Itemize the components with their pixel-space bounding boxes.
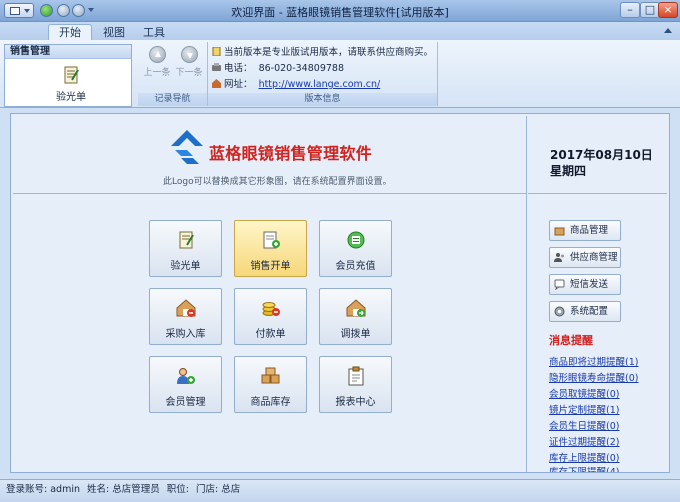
collapse-ribbon-icon[interactable]	[664, 28, 672, 33]
current-date: 2017年08月10日	[550, 148, 653, 162]
box-icon	[554, 227, 565, 236]
version-notice: 当前版本是专业版试用版本，请联系供应商购买。	[212, 44, 433, 58]
tile-members[interactable]: 会员管理	[149, 356, 222, 413]
messages-title: 消息提醒	[549, 334, 593, 347]
ribbon-tabs: 开始 视图 工具	[0, 22, 680, 40]
close-button[interactable]: ×	[658, 2, 678, 18]
members-icon	[177, 368, 195, 384]
arrow-up-icon	[148, 46, 166, 63]
version-info-label: 版本信息	[208, 93, 437, 106]
message-link[interactable]: 镜片定制提醒(1)	[549, 402, 619, 416]
report-icon	[348, 366, 364, 386]
next-record-label: 下一条	[175, 68, 203, 78]
message-link[interactable]: 会员取镜提醒(0)	[549, 386, 619, 400]
logo-area: 蓝格眼镜销售管理软件 此Logo可以替换成其它形象图，请在系统配置界面设置。	[13, 116, 527, 194]
tab-view[interactable]: 视图	[92, 24, 136, 40]
date-area: 2017年08月10日 星期四	[528, 116, 667, 194]
home-icon	[212, 79, 221, 88]
supplier-icon	[554, 253, 564, 262]
tile-sales-order[interactable]: 销售开单	[234, 220, 307, 277]
tab-start[interactable]: 开始	[48, 24, 92, 40]
message-link[interactable]: 证件过期提醒(2)	[549, 434, 619, 448]
message-link[interactable]: 库存上限提醒(0)	[549, 450, 619, 464]
system-config-button[interactable]: 系统配置	[549, 301, 621, 322]
inventory-icon	[261, 367, 280, 384]
logo-hint: 此Logo可以替换成其它形象图，请在系统配置界面设置。	[163, 177, 392, 187]
tile-label: 会员管理	[165, 397, 206, 408]
tile-label: 采购入库	[165, 329, 206, 340]
arrow-down-icon	[180, 46, 198, 63]
status-store: 门店: 总店	[196, 484, 241, 495]
status-role: 职位:	[166, 484, 189, 495]
record-nav-group: 上一条 下一条 记录导航	[138, 42, 208, 106]
prev-record-button[interactable]: 上一条	[142, 46, 172, 78]
minimize-button[interactable]: –	[620, 2, 640, 18]
tile-report[interactable]: 报表中心	[319, 356, 392, 413]
prescription-icon	[64, 66, 79, 84]
sms-send-button[interactable]: 短信发送	[549, 274, 621, 295]
side-button-label: 商品管理	[570, 225, 609, 236]
side-button-label: 系统配置	[570, 306, 609, 317]
function-tiles: 验光单 销售开单 会员充值 采购入库 付款单 调拨单 会员管理 商品库存 报表中…	[13, 194, 527, 472]
side-button-label: 短信发送	[570, 279, 609, 290]
tile-label: 会员充值	[335, 261, 376, 272]
transfer-icon	[346, 299, 366, 317]
logo-text: 蓝格眼镜销售管理软件	[209, 144, 373, 163]
tile-label: 报表中心	[335, 397, 376, 408]
site-line: 网址： http://www.lange.com.cn/	[212, 76, 380, 90]
tile-label: 调拨单	[340, 329, 371, 340]
side-panel: 商品管理 供应商管理 短信发送 系统配置 消息提醒 商品即将过期提醒(1) 隐形…	[528, 194, 667, 472]
tile-transfer[interactable]: 调拨单	[319, 288, 392, 345]
purchase-icon	[176, 299, 196, 317]
nav-panel: 销售管理 验光单	[4, 44, 132, 107]
tile-inventory[interactable]: 商品库存	[234, 356, 307, 413]
record-nav-label: 记录导航	[138, 93, 207, 106]
prescription-icon	[179, 231, 194, 249]
message-link[interactable]: 隐形眼镜寿命提醒(0)	[549, 370, 638, 384]
product-management-button[interactable]: 商品管理	[549, 220, 621, 241]
tile-label: 验光单	[170, 261, 201, 272]
nav-item-label: 验光单	[56, 92, 86, 103]
sales-order-icon	[263, 231, 280, 249]
tile-label: 商品库存	[250, 397, 291, 408]
tab-tools[interactable]: 工具	[132, 24, 176, 40]
tile-label: 销售开单	[250, 261, 291, 272]
phone-value: 86-020-34809788	[258, 63, 344, 74]
tile-prescription[interactable]: 验光单	[149, 220, 222, 277]
status-account: 登录账号: admin	[6, 484, 80, 495]
supplier-management-button[interactable]: 供应商管理	[549, 247, 621, 268]
document-icon	[212, 47, 221, 56]
message-link[interactable]: 会员生日提醒(0)	[549, 418, 619, 432]
status-bar: 登录账号: admin 姓名: 总店管理员 职位: 门店: 总店	[0, 479, 680, 502]
nav-item-prescription[interactable]: 验光单	[43, 65, 99, 105]
site-link[interactable]: http://www.lange.com.cn/	[259, 79, 381, 90]
version-notice-text: 当前版本是专业版试用版本，请联系供应商购买。	[224, 47, 434, 58]
prev-record-label: 上一条	[143, 68, 171, 78]
version-info-group: 当前版本是专业版试用版本，请联系供应商购买。 电话： 86-020-348097…	[208, 42, 438, 106]
tile-recharge[interactable]: 会员充值	[319, 220, 392, 277]
site-label: 网址：	[224, 79, 253, 90]
title-bar: 欢迎界面 - 蓝格眼镜销售管理软件[试用版本] – □ ×	[0, 0, 680, 22]
window-title: 欢迎界面 - 蓝格眼镜销售管理软件[试用版本]	[231, 6, 449, 19]
side-button-label: 供应商管理	[570, 252, 618, 263]
next-record-button[interactable]: 下一条	[174, 46, 204, 78]
logo-icon	[171, 130, 203, 164]
message-link[interactable]: 库存下限提醒(4)	[549, 464, 619, 472]
recharge-icon	[347, 231, 365, 249]
phone-icon	[212, 63, 221, 71]
phone-label: 电话：	[224, 63, 253, 74]
phone-line: 电话： 86-020-34809788	[212, 60, 344, 74]
maximize-button[interactable]: □	[640, 2, 660, 18]
tile-purchase[interactable]: 采购入库	[149, 288, 222, 345]
nav-panel-header: 销售管理	[5, 45, 131, 59]
gear-icon	[554, 306, 565, 317]
tile-payment[interactable]: 付款单	[234, 288, 307, 345]
payment-icon	[262, 302, 280, 316]
message-icon	[554, 279, 565, 290]
message-link[interactable]: 商品即将过期提醒(1)	[549, 354, 638, 368]
current-weekday: 星期四	[550, 164, 587, 178]
welcome-panel: 蓝格眼镜销售管理软件 此Logo可以替换成其它形象图，请在系统配置界面设置。 2…	[10, 113, 670, 473]
tile-label: 付款单	[255, 329, 286, 340]
status-name: 姓名: 总店管理员	[87, 484, 160, 495]
